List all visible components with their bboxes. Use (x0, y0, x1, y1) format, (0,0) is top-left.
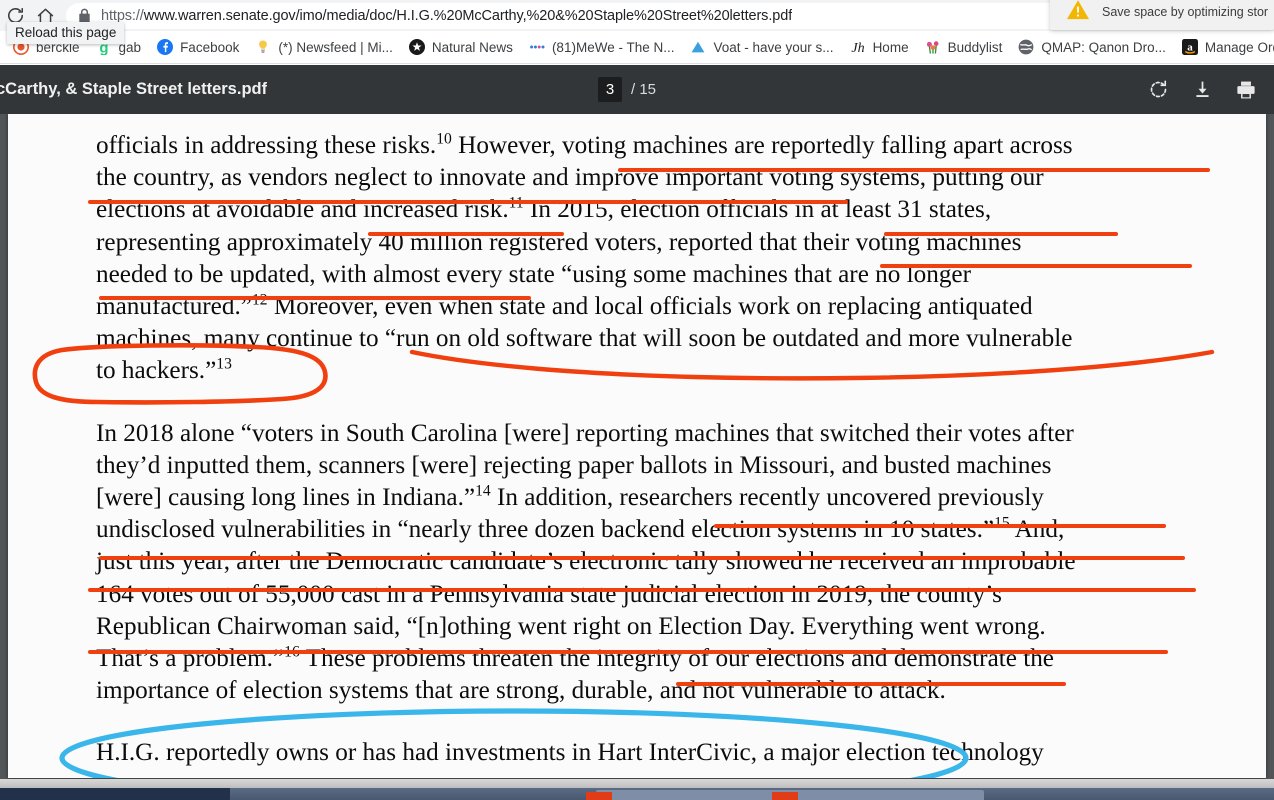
url-rest: www.warren.senate.gov/imo/media/doc/H.I.… (143, 7, 793, 24)
doc-line: That’s a problem.”16 These problems thre… (96, 644, 1054, 673)
lock-icon (78, 8, 91, 23)
os-taskbar[interactable] (0, 788, 1274, 800)
underline-voting-machines-falling-apart (618, 168, 1210, 172)
doc-line: [were] causing long lines in Indiana.”14… (96, 482, 1044, 512)
doc-line: In 2018 alone “voters in South Carolina … (96, 419, 1074, 447)
lightbulb-favicon (255, 39, 271, 55)
underline-nothing-went-right-election-day (88, 650, 1168, 654)
pdf-viewport[interactable]: officials in addressing these risks.10 H… (0, 114, 1274, 779)
underline-needed-to-be-updated (99, 296, 531, 300)
page-total-label: / 15 (631, 81, 657, 98)
globe-favicon (1018, 39, 1034, 55)
underline-increased-risk (368, 232, 564, 236)
flowers-favicon (925, 39, 941, 55)
doc-line: to hackers.”13 (96, 356, 232, 385)
underline-the-country-vendors-neglect (88, 200, 638, 204)
bookmark-facebook[interactable]: Facebook (150, 35, 246, 60)
bookmark-label: Voat - have your s... (713, 39, 834, 55)
bookmark-mewe[interactable]: (81)MeWe - The N... (522, 35, 682, 60)
bookmark-voat[interactable]: Voat - have your s... (683, 35, 840, 60)
pdf-page-indicator: 3 / 15 (598, 65, 656, 114)
bookmark-label: Home (872, 39, 909, 55)
svg-text:Jh: Jh (851, 41, 864, 55)
bookmark-label: Buddylist (947, 39, 1003, 55)
doc-line: officials in addressing these risks.10 H… (96, 130, 1073, 159)
underline-just-this-year-improbable-tally (88, 588, 1196, 592)
pdf-page-3: officials in addressing these risks.10 H… (8, 114, 1266, 778)
voat-favicon (690, 39, 706, 55)
doc-line: Republican Chairwoman said, “[n]othing w… (96, 612, 1046, 640)
underline-at-least-31-states (884, 232, 1118, 236)
page-number-input[interactable]: 3 (598, 77, 622, 102)
taskbar-accent-1 (586, 792, 612, 800)
taskbar-start-region[interactable] (0, 788, 230, 800)
underline-integrity-of-our-elections (676, 682, 1066, 686)
notification-toast[interactable]: Save space by optimizing stor (1050, 0, 1274, 30)
document-text: officials in addressing these risks.10 H… (96, 130, 1194, 770)
pdf-toolbar-actions (1144, 65, 1260, 114)
doc-line: undisclosed vulnerabilities in “nearly t… (96, 516, 1065, 544)
bookmark-label: (*) Newsfeed | Mi... (278, 39, 393, 55)
doc-line: they’d inputted them, scanners [were] re… (96, 451, 1052, 479)
pdf-document-title: cCarthy, & Staple Street letters.pdf (0, 80, 268, 98)
browser-toolbar: https://www.warren.senate.gov/imo/media/… (0, 0, 1274, 31)
download-icon[interactable] (1188, 76, 1216, 104)
bookmark-label: Manage Orders (1204, 39, 1274, 55)
screenshot-root: https://www.warren.senate.gov/imo/media/… (0, 0, 1274, 800)
doc-line: just this year, after the Democratic can… (96, 548, 1076, 576)
underline-undisclosed-vulnerabilities (99, 556, 1185, 560)
taskbar-accent-2 (772, 792, 798, 800)
facebook-favicon (157, 39, 174, 55)
printer-icon[interactable] (1232, 76, 1260, 104)
bookmark-natural-news[interactable]: Natural News (402, 35, 520, 60)
bookmark-manage-orders[interactable]: a Manage Orders (1175, 35, 1274, 60)
url-text: https://www.warren.senate.gov/imo/media/… (101, 8, 792, 24)
doc-line: importance of election systems that are … (96, 677, 946, 705)
underline-improve-important (628, 200, 848, 204)
reload-tooltip: Reload this page (7, 22, 125, 44)
mewe-favicon (529, 39, 545, 55)
paragraph-3: H.I.G. reportedly owns or has had invest… (96, 737, 1194, 769)
paragraph-2: In 2018 alone “voters in South Carolina … (96, 418, 1194, 708)
bookmark-buddylist[interactable]: Buddylist (918, 35, 1010, 60)
bookmark-label: (81)MeWe - The N... (551, 39, 675, 55)
bookmark-label: QMAP: Qanon Dro... (1041, 39, 1166, 55)
rotate-clockwise-icon[interactable] (1144, 76, 1172, 104)
bookmark-home[interactable]: Jh Home (843, 35, 916, 60)
underline-researchers-uncovered-previously (714, 524, 1166, 528)
bookmark-label: Natural News (431, 39, 513, 55)
bookmark-newsfeed[interactable]: (*) Newsfeed | Mi... (248, 35, 400, 60)
doc-line: 164 votes out of 55,000 cast in a Pennsy… (96, 580, 1002, 608)
bookmark-label: Facebook (180, 39, 240, 55)
doc-line: machines, many continue to “run on old s… (96, 325, 1073, 353)
bookmarks-bar: berckle g gab Facebook (*) Newsfeed | Mi… (0, 31, 1274, 64)
doc-line: H.I.G. reportedly owns or has had invest… (96, 739, 1044, 767)
pdf-toolbar: cCarthy, & Staple Street letters.pdf 3 /… (0, 65, 1274, 114)
jh-favicon: Jh (850, 39, 866, 55)
bookmark-qmap[interactable]: QMAP: Qanon Dro... (1011, 35, 1173, 60)
amazon-favicon: a (1181, 39, 1198, 55)
window-bottom-edge (0, 779, 1274, 788)
notification-text: Save space by optimizing stor (1102, 5, 1269, 19)
warning-triangle-icon (1066, 0, 1090, 26)
underline-their-voting-machines (880, 264, 1192, 268)
svg-text:a: a (1187, 42, 1193, 54)
natural-news-favicon (408, 39, 425, 55)
